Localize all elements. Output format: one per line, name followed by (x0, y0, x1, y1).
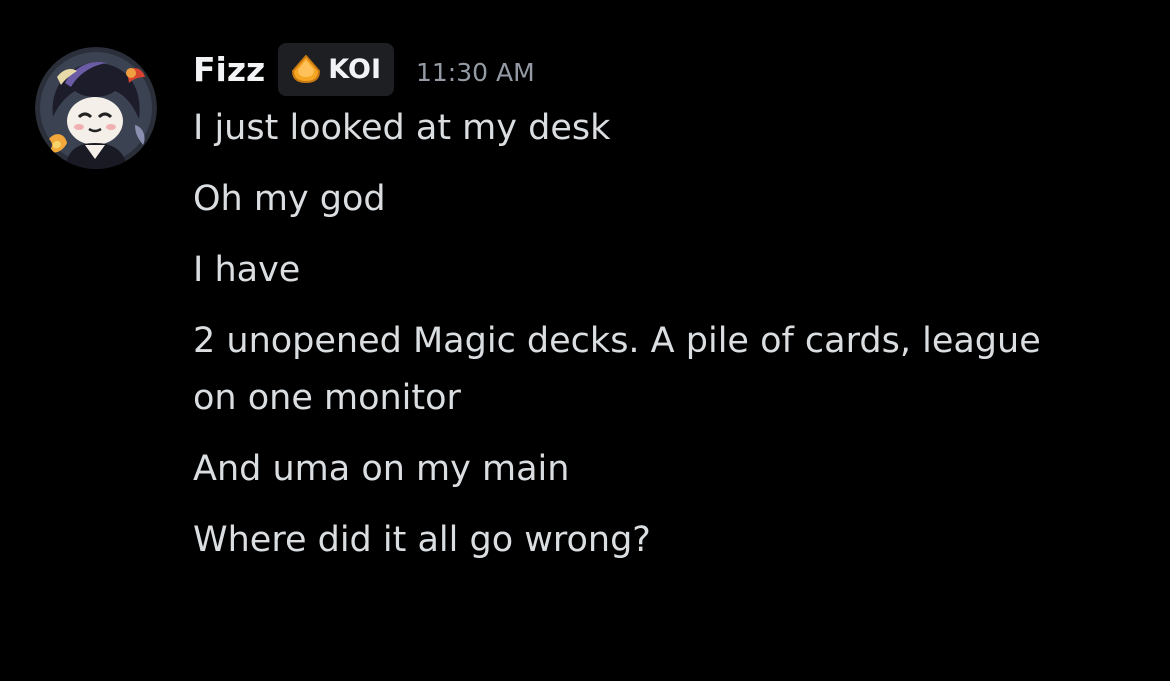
koi-badge-icon (292, 55, 321, 83)
message-header: Fizz KOI 11:30 AM (193, 42, 535, 96)
user-avatar[interactable] (35, 47, 157, 169)
message-line: And uma on my main (193, 449, 570, 489)
message-timestamp[interactable]: 11:30 AM (416, 58, 535, 87)
clan-tag[interactable]: KOI (278, 42, 394, 96)
message-content: I just looked at my desk Oh my god I hav… (193, 100, 1093, 583)
message-line: Where did it all go wrong? (193, 520, 651, 560)
clan-tag-label: KOI (328, 53, 381, 85)
avatar-illustration (35, 47, 157, 169)
author-username[interactable]: Fizz (193, 50, 265, 89)
message-line: I have (193, 250, 301, 290)
message-line: 2 unopened Magic decks. A pile of cards,… (193, 321, 1041, 418)
message-line: I just looked at my desk (193, 108, 611, 148)
message-line: Oh my god (193, 179, 386, 219)
chat-message: Fizz KOI 11:30 AM I just looked at my de… (0, 0, 1170, 681)
